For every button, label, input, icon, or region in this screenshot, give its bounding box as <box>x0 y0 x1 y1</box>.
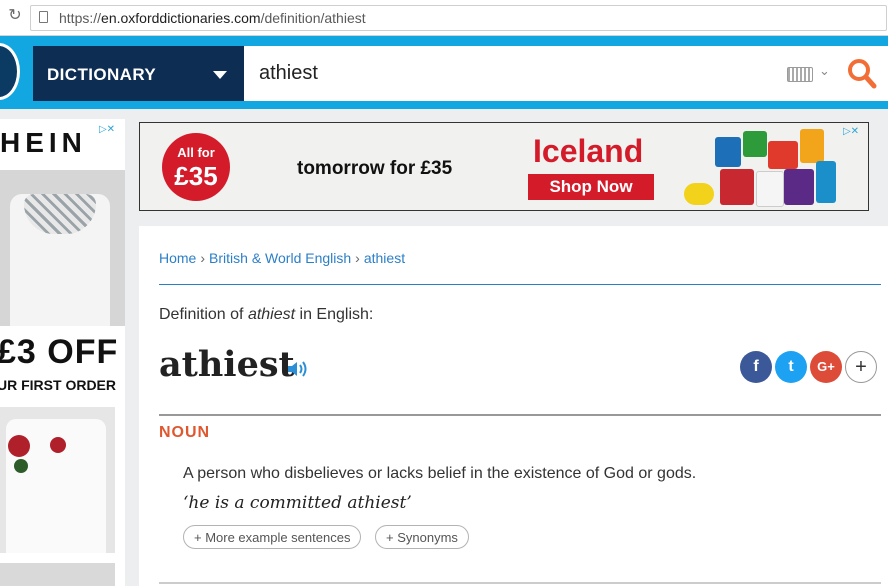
definition-prefix: Definition of <box>159 306 248 323</box>
search-icon[interactable] <box>847 58 877 90</box>
grocery-image <box>715 137 741 167</box>
ad-product-image-3[interactable] <box>0 563 115 586</box>
url-scheme: https:// <box>59 10 102 26</box>
url-host: en.oxforddictionaries.com <box>101 10 261 26</box>
ad-tagline: tomorrow for £35 <box>297 158 453 179</box>
ad-price-badge: All for £35 <box>162 133 230 201</box>
grocery-image <box>743 131 767 157</box>
sense-definition: A person who disbelieves or lacks belief… <box>183 465 697 482</box>
reload-icon[interactable]: ↻ <box>6 7 24 25</box>
part-of-speech-divider <box>159 414 881 416</box>
ad-shop-now-button[interactable]: Shop Now <box>528 174 654 200</box>
keyboard-icon[interactable] <box>787 67 813 82</box>
ad-badge-small-text: All for <box>177 145 215 160</box>
breadcrumb-current-word[interactable]: athiest <box>364 250 405 266</box>
audio-pronunciation-icon[interactable] <box>286 359 310 379</box>
grocery-image <box>684 183 714 205</box>
ad-brand-logo: Iceland <box>533 133 644 169</box>
more-share-icon[interactable]: + <box>845 351 877 383</box>
grocery-image <box>800 129 824 163</box>
ad-offer-text: £3 OFF <box>0 333 119 371</box>
site-header: DICTIONARY ⌄ <box>0 36 888 109</box>
more-example-sentences-button[interactable]: + More example sentences <box>183 525 362 549</box>
address-field[interactable]: https://en.oxforddictionaries.com/defini… <box>30 5 887 31</box>
ad-choices-icon[interactable]: ▷✕ <box>96 123 118 136</box>
ad-product-image-2[interactable] <box>0 407 115 553</box>
page-icon <box>39 11 48 23</box>
ad-brand-text: HEIN <box>0 127 87 158</box>
grocery-image <box>720 169 754 205</box>
rose-detail <box>8 435 30 457</box>
grocery-image <box>816 161 836 203</box>
caret-down-icon <box>213 71 227 79</box>
url-path: /definition/athiest <box>260 10 366 26</box>
example-sentence: ‘he is a committed athiest’ <box>183 493 412 513</box>
facebook-share-icon[interactable]: f <box>740 351 772 383</box>
definition-word: athiest <box>247 306 296 323</box>
breadcrumb-separator: › <box>355 250 360 266</box>
breadcrumb: Home › British & World English › athiest <box>159 250 405 266</box>
chevron-down-icon[interactable]: ⌄ <box>819 63 830 79</box>
search-input[interactable] <box>259 58 759 88</box>
breadcrumb-separator: › <box>200 250 206 266</box>
breadcrumb-divider <box>159 284 881 285</box>
google-plus-share-icon[interactable]: G+ <box>810 351 842 383</box>
grocery-image <box>756 171 784 207</box>
section-divider <box>159 582 881 584</box>
twitter-share-icon[interactable]: t <box>775 351 807 383</box>
url-text[interactable]: https://en.oxforddictionaries.com/defini… <box>59 10 366 26</box>
grocery-image <box>768 141 798 169</box>
definition-suffix: in English: <box>295 306 374 323</box>
ad-offer-subtext: UR FIRST ORDER <box>0 377 116 393</box>
entry-content: Home › British & World English › athiest Def… <box>139 226 888 586</box>
ad-choices-icon[interactable]: ▷✕ <box>840 125 862 138</box>
part-of-speech: NOUN <box>159 424 211 441</box>
breadcrumb-home[interactable]: Home <box>159 250 196 266</box>
definition-heading: Definition of athiest in English: <box>159 306 373 324</box>
breadcrumb-british-world-english[interactable]: British & World English <box>209 250 351 266</box>
browser-url-bar: ↻ https://en.oxforddictionaries.com/defi… <box>0 0 888 36</box>
headword: athiest <box>159 344 295 385</box>
site-logo[interactable] <box>0 43 20 100</box>
search-box: ⌄ <box>244 46 888 101</box>
left-advertisement[interactable]: ▷✕ HEIN £3 OFF UR FIRST ORDER <box>0 119 125 586</box>
leaf-detail <box>14 459 28 473</box>
ad-badge-price: £35 <box>174 161 218 191</box>
top-banner-advertisement[interactable]: All for £35 tomorrow for £35 Iceland Sho… <box>139 122 869 211</box>
rose-detail <box>50 437 66 453</box>
grocery-image <box>784 169 814 205</box>
dictionary-dropdown[interactable]: DICTIONARY <box>33 46 244 101</box>
dictionary-label: DICTIONARY <box>47 65 157 84</box>
synonyms-button[interactable]: + Synonyms <box>375 525 469 549</box>
ad-product-image[interactable] <box>0 170 125 326</box>
